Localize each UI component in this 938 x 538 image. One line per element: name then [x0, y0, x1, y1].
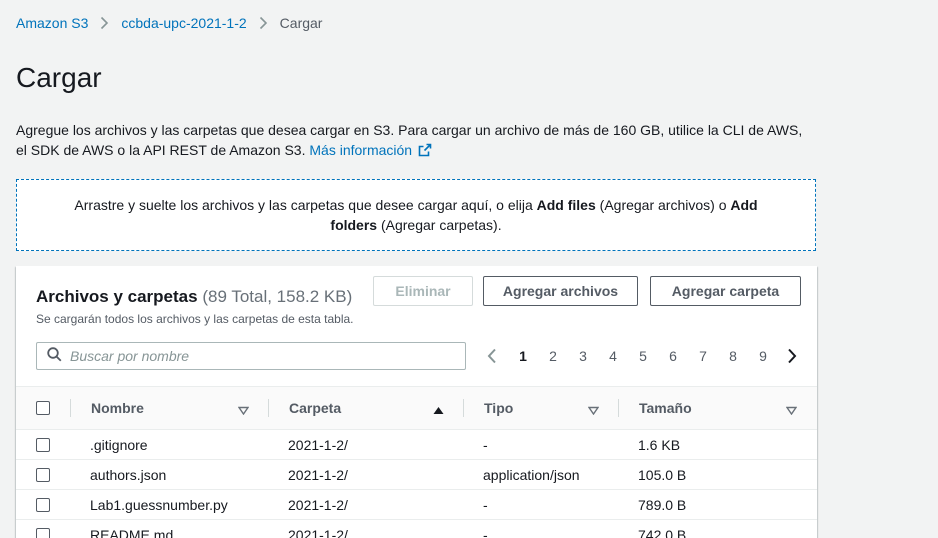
column-divider	[618, 399, 619, 417]
cell-size: 1.6 KB	[638, 437, 681, 453]
chevron-right-icon	[100, 16, 109, 30]
page-8[interactable]: 8	[718, 348, 748, 364]
cell-type: -	[483, 527, 488, 538]
column-divider	[70, 399, 71, 417]
more-info-label: Más información	[309, 142, 413, 158]
sort-down-icon[interactable]	[785, 402, 798, 418]
breadcrumb-amazon-s3[interactable]: Amazon S3	[16, 15, 88, 31]
sort-up-icon[interactable]	[433, 402, 444, 418]
cell-type: application/json	[483, 467, 580, 483]
cell-type: -	[483, 437, 488, 453]
column-header-name[interactable]: Nombre	[91, 387, 144, 429]
drop-zone-text-3: (Agregar carpetas).	[377, 217, 502, 233]
pagination: 1 2 3 4 5 6 7 8 9	[484, 345, 800, 367]
column-header-size[interactable]: Tamaño	[639, 387, 692, 429]
page-7[interactable]: 7	[688, 348, 718, 364]
cell-folder: 2021-1-2/	[288, 437, 348, 453]
page-2[interactable]: 2	[538, 348, 568, 364]
panel-title-label: Archivos y carpetas	[36, 287, 198, 306]
table-row[interactable]: .gitignore 2021-1-2/ - 1.6 KB	[16, 430, 817, 460]
column-header-type[interactable]: Tipo	[484, 387, 513, 429]
page-title: Cargar	[16, 62, 102, 93]
page-1[interactable]: 1	[508, 348, 538, 364]
table-row[interactable]: authors.json 2021-1-2/ application/json …	[16, 460, 817, 490]
column-header-folder[interactable]: Carpeta	[289, 387, 341, 429]
cell-size: 105.0 B	[638, 467, 687, 483]
add-folder-button[interactable]: Agregar carpeta	[650, 276, 801, 306]
drop-zone-add-files: Add files	[536, 197, 596, 213]
search-input[interactable]	[70, 344, 465, 368]
panel-title: Archivos y carpetas (89 Total, 158.2 KB)	[36, 287, 352, 307]
table-header: Nombre Carpeta Tipo Tamaño	[16, 386, 817, 430]
cell-size: 742.0 B	[638, 527, 687, 538]
breadcrumb-current: Cargar	[279, 15, 323, 31]
sort-down-icon[interactable]	[237, 402, 250, 418]
cell-folder: 2021-1-2/	[288, 497, 348, 513]
panel-count: (89 Total, 158.2 KB)	[202, 287, 353, 306]
row-checkbox[interactable]	[36, 528, 50, 538]
breadcrumb: Amazon S3 ccbda-upc-2021-1-2 Cargar	[16, 15, 322, 31]
panel-subtitle: Se cargarán todos los archivos y las car…	[36, 312, 354, 326]
external-link-icon	[418, 142, 432, 162]
column-divider	[463, 399, 464, 417]
page-6[interactable]: 6	[658, 348, 688, 364]
sort-down-icon[interactable]	[587, 402, 600, 418]
drop-zone-text-2: (Agregar archivos) o	[595, 197, 731, 213]
more-info-link[interactable]: Más información	[309, 142, 432, 158]
table-row[interactable]: Lab1.guessnumber.py 2021-1-2/ - 789.0 B	[16, 490, 817, 520]
row-checkbox[interactable]	[36, 438, 50, 452]
cell-type: -	[483, 497, 488, 513]
drop-zone-text-1: Arrastre y suelte los archivos y las car…	[74, 197, 537, 213]
files-folders-panel: Archivos y carpetas (89 Total, 158.2 KB)…	[16, 266, 817, 538]
cell-name: authors.json	[90, 467, 167, 483]
drop-zone-text: Arrastre y suelte los archivos y las car…	[57, 195, 775, 235]
search-icon	[47, 347, 62, 365]
cell-size: 789.0 B	[638, 497, 687, 513]
breadcrumb-bucket[interactable]: ccbda-upc-2021-1-2	[121, 15, 246, 31]
add-files-button[interactable]: Agregar archivos	[483, 276, 638, 306]
chevron-left-icon[interactable]	[484, 348, 500, 364]
column-divider	[268, 399, 269, 417]
cell-folder: 2021-1-2/	[288, 467, 348, 483]
chevron-right-icon[interactable]	[784, 348, 800, 364]
table-row[interactable]: README.md 2021-1-2/ - 742.0 B	[16, 520, 817, 538]
page-3[interactable]: 3	[568, 348, 598, 364]
page-9[interactable]: 9	[748, 348, 778, 364]
delete-button[interactable]: Eliminar	[373, 276, 473, 306]
cell-name: Lab1.guessnumber.py	[90, 497, 228, 513]
select-all-checkbox[interactable]	[36, 401, 50, 415]
cell-name: README.md	[90, 527, 174, 538]
page-description: Agregue los archivos y las carpetas que …	[16, 120, 816, 162]
row-checkbox[interactable]	[36, 498, 50, 512]
drop-zone[interactable]: Arrastre y suelte los archivos y las car…	[16, 179, 816, 251]
page-4[interactable]: 4	[598, 348, 628, 364]
cell-name: .gitignore	[90, 437, 148, 453]
page-5[interactable]: 5	[628, 348, 658, 364]
cell-folder: 2021-1-2/	[288, 527, 348, 538]
chevron-right-icon	[259, 16, 268, 30]
search-box	[36, 342, 466, 370]
row-checkbox[interactable]	[36, 468, 50, 482]
